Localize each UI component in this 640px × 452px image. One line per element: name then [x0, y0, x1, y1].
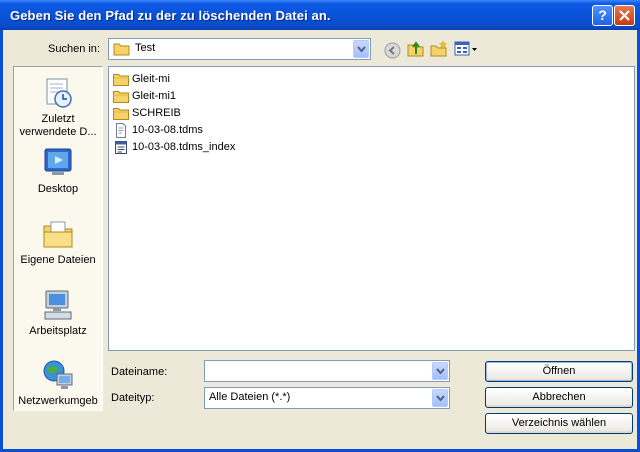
select-directory-button[interactable]: Verzeichnis wählen: [485, 413, 633, 434]
recent-documents-icon: [46, 78, 72, 108]
chevron-down-icon: [436, 395, 445, 402]
filetype-label: Dateityp:: [111, 392, 155, 404]
place-label: Netzwerkumgeb: [18, 395, 98, 407]
filename-input[interactable]: [204, 360, 450, 382]
chevron-down-icon: [436, 368, 445, 375]
list-item[interactable]: Gleit-mi1: [113, 88, 176, 104]
new-folder-icon[interactable]: [430, 40, 448, 58]
folder-icon: [113, 107, 129, 120]
open-button[interactable]: Öffnen: [485, 361, 633, 382]
list-item[interactable]: SCHREIB: [113, 105, 181, 121]
close-icon: [619, 10, 630, 21]
back-icon[interactable]: [384, 42, 401, 59]
filename-label: Dateiname:: [111, 366, 168, 378]
place-label: Arbeitsplatz: [29, 325, 87, 337]
file-name: 10-03-08.tdms_index: [132, 141, 236, 153]
document-icon: [116, 122, 126, 138]
up-folder-icon[interactable]: [407, 40, 425, 58]
title-bar[interactable]: Geben Sie den Pfad zu der zu löschenden …: [0, 0, 640, 30]
file-name: SCHREIB: [132, 107, 181, 119]
folder-icon: [113, 73, 129, 86]
place-label: Eigene Dateien: [20, 254, 96, 266]
filename-dropdown-button[interactable]: [432, 362, 448, 380]
network-icon: [43, 360, 73, 389]
file-dialog-window: Geben Sie den Pfad zu der zu löschenden …: [0, 0, 640, 452]
filetype-value: Alle Dateien (*.*): [209, 391, 291, 403]
help-button[interactable]: ?: [592, 5, 613, 26]
place-network[interactable]: Netzwerkumgeb: [14, 358, 102, 408]
file-name: 10-03-08.tdms: [132, 124, 203, 136]
place-desktop[interactable]: Desktop: [14, 146, 102, 196]
places-bar: Zuletzt verwendete D... Desktop Eigene D…: [13, 66, 103, 411]
place-label: Desktop: [37, 183, 79, 195]
filetype-select[interactable]: Alle Dateien (*.*): [204, 387, 450, 409]
folder-icon: [113, 43, 130, 56]
window-title: Geben Sie den Pfad zu der zu löschenden …: [10, 8, 331, 23]
lookin-combo[interactable]: Test: [108, 38, 371, 60]
my-computer-icon: [44, 290, 72, 320]
list-item[interactable]: Gleit-mi: [113, 71, 170, 87]
desktop-icon: [44, 148, 72, 175]
place-recent[interactable]: Zuletzt verwendete D...: [14, 76, 102, 139]
lookin-value: Test: [135, 42, 156, 54]
chevron-down-icon: [357, 46, 366, 53]
view-menu-icon[interactable]: [454, 41, 478, 57]
my-documents-icon: [43, 221, 73, 248]
file-name: Gleit-mi: [132, 73, 170, 85]
index-file-icon: [115, 140, 127, 154]
lookin-label: Suchen in:: [48, 43, 100, 55]
cancel-button[interactable]: Abbrechen: [485, 387, 633, 408]
file-list[interactable]: Gleit-mi Gleit-mi1 SCHREIB 10-03-08.tdms…: [108, 66, 635, 351]
place-my-computer[interactable]: Arbeitsplatz: [14, 288, 102, 338]
file-name: Gleit-mi1: [132, 90, 177, 102]
lookin-dropdown-button[interactable]: [353, 40, 369, 58]
filetype-dropdown-button[interactable]: [432, 389, 448, 407]
place-my-documents[interactable]: Eigene Dateien: [14, 217, 102, 267]
folder-icon: [113, 90, 129, 103]
list-item[interactable]: 10-03-08.tdms_index: [113, 139, 235, 155]
place-label: Zuletzt verwendete D...: [19, 113, 97, 138]
close-button[interactable]: [614, 5, 635, 26]
list-item[interactable]: 10-03-08.tdms: [113, 122, 203, 138]
